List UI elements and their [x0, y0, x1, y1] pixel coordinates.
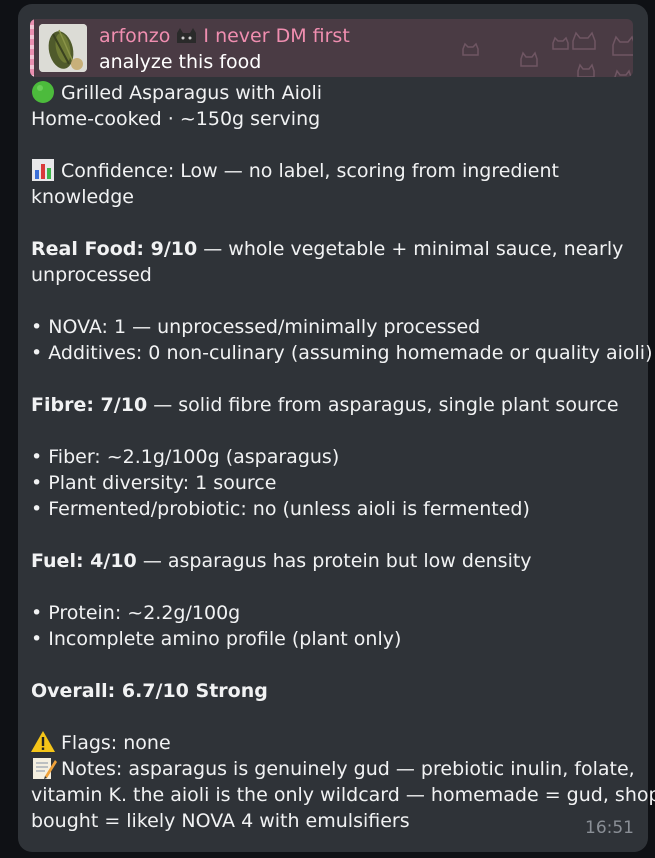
real-food-score: Real Food: 9/10 — [31, 238, 198, 260]
real-food-line: Real Food: 9/10 — whole vegetable + mini… — [31, 236, 636, 262]
bar-chart-icon — [31, 158, 57, 182]
confidence-cont: knowledge — [31, 186, 134, 208]
fiber-detail-item: • Fiber: ~2.1g/100g (asparagus) — [31, 446, 340, 468]
protein-item: • Protein: ~2.2g/100g — [31, 602, 241, 624]
cat-pattern-decoration — [462, 31, 633, 77]
confidence-line: Confidence: Low — no label, scoring from… — [31, 158, 636, 184]
reply-author[interactable]: arfonzo I never DM first — [99, 25, 350, 47]
real-food-text: — whole vegetable + minimal sauce, nearl… — [197, 238, 624, 260]
food-title: Grilled Asparagus with Aioli — [61, 82, 323, 104]
message-bubble[interactable]: arfonzo I never DM first analyze this foo… — [18, 4, 655, 852]
food-photo-thumbnail[interactable] — [39, 24, 87, 72]
notes-text-1: Notes: asparagus is genuinely gud — preb… — [61, 758, 635, 780]
fibre-score: Fibre: 7/10 — [31, 394, 148, 416]
message-content: Grilled Asparagus with Aioli Home-cooked… — [31, 80, 655, 834]
plant-diversity-item: • Plant diversity: 1 source — [31, 472, 277, 494]
warning-icon — [31, 730, 57, 754]
cat-emoji-icon — [174, 27, 199, 44]
overall-score: Overall: 6.7/10 Strong — [31, 680, 268, 702]
reply-preview[interactable]: arfonzo I never DM first analyze this foo… — [30, 19, 633, 77]
message-timestamp: 16:51 — [585, 818, 634, 838]
reply-author-name: arfonzo — [99, 25, 171, 47]
food-subtitle: Home-cooked · ~150g serving — [31, 108, 321, 130]
reply-text: analyze this food — [99, 51, 262, 73]
real-food-cont: unprocessed — [31, 264, 152, 286]
notes-text-3: bought = likely NOVA 4 with emulsifiers — [31, 810, 410, 832]
food-title-line: Grilled Asparagus with Aioli — [31, 80, 636, 106]
notes-text-2: vitamin K. the aioli is the only wildcar… — [31, 784, 655, 806]
additives-item: • Additives: 0 non-culinary (assuming ho… — [31, 342, 653, 364]
fuel-text: — asparagus has protein but low density — [136, 550, 532, 572]
amino-item: • Incomplete amino profile (plant only) — [31, 628, 402, 650]
notes-line: Notes: asparagus is genuinely gud — preb… — [31, 756, 636, 782]
flags-line: Flags: none — [31, 730, 636, 756]
green-circle-icon — [31, 80, 57, 104]
confidence-text: Confidence: Low — no label, scoring from… — [61, 160, 559, 182]
fermented-item: • Fermented/probiotic: no (unless aioli … — [31, 498, 530, 520]
nova-item: • NOVA: 1 — unprocessed/minimally proces… — [31, 316, 481, 338]
memo-icon — [31, 756, 57, 780]
reply-author-status: I never DM first — [203, 25, 350, 47]
fuel-score: Fuel: 4/10 — [31, 550, 137, 572]
fuel-line: Fuel: 4/10 — asparagus has protein but l… — [31, 548, 636, 574]
flags-text: Flags: none — [61, 732, 171, 754]
reply-accent-bar — [30, 19, 34, 77]
fibre-text: — solid fibre from asparagus, single pla… — [147, 394, 619, 416]
fibre-line: Fibre: 7/10 — solid fibre from asparagus… — [31, 392, 636, 418]
